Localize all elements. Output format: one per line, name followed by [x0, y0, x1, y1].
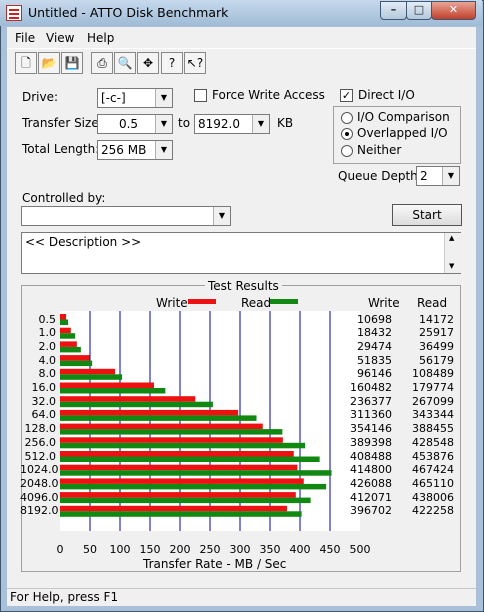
- read-bar: [60, 388, 166, 394]
- transfer-size-from-select[interactable]: 0.5 ▼: [97, 114, 173, 134]
- queue-depth-value: 2: [420, 169, 428, 183]
- status-bar: For Help, press F1: [7, 588, 476, 606]
- read-bar: [60, 415, 257, 421]
- neither-radio[interactable]: [341, 145, 353, 157]
- queue-depth-select[interactable]: 2 ▼: [416, 166, 460, 186]
- scroll-down-icon[interactable]: ▼: [449, 262, 454, 270]
- write-bar: [60, 505, 287, 512]
- menu-file[interactable]: File: [15, 31, 35, 45]
- write-bar: [60, 437, 283, 443]
- chevron-down-icon: ▼: [252, 115, 269, 133]
- write-bar: [60, 382, 155, 388]
- chart-plot-area: [60, 311, 360, 531]
- write-bar: [60, 423, 263, 430]
- read-bar: [60, 333, 76, 339]
- legend-read-swatch: [270, 299, 298, 304]
- save-icon[interactable]: 💾: [61, 52, 83, 74]
- kb-label: KB: [277, 116, 294, 130]
- read-bar: [60, 401, 213, 408]
- menu-bar: [7, 27, 476, 47]
- read-bar: [60, 456, 320, 462]
- io-comparison-label: I/O Comparison: [357, 110, 450, 124]
- context-help-icon[interactable]: ↖?: [184, 52, 206, 74]
- force-write-checkbox[interactable]: [194, 89, 207, 102]
- drive-value: [-c-]: [101, 91, 126, 105]
- write-bar: [60, 368, 116, 375]
- scroll-up-icon[interactable]: ▲: [449, 234, 454, 242]
- transfer-from-value: 0.5: [118, 117, 139, 131]
- menu-view[interactable]: View: [46, 31, 74, 45]
- open-icon[interactable]: 📂: [38, 52, 60, 74]
- read-bar: [60, 429, 283, 435]
- overlapped-io-radio[interactable]: [341, 128, 353, 140]
- write-bar: [60, 464, 298, 471]
- x-axis-label: Transfer Rate - MB / Sec: [143, 557, 287, 571]
- write-column-header: Write: [368, 296, 400, 310]
- write-bar: [60, 478, 304, 484]
- status-text: For Help, press F1: [10, 590, 119, 604]
- write-bar: [60, 409, 239, 416]
- legend-write-label: Write: [156, 296, 188, 310]
- description-textarea[interactable]: << Description >>: [21, 232, 461, 274]
- chevron-down-icon: ▼: [155, 141, 172, 159]
- write-bar: [60, 314, 67, 320]
- queue-depth-label: Queue Depth:: [338, 169, 422, 183]
- chevron-down-icon: ▼: [155, 89, 172, 107]
- menu-help[interactable]: Help: [87, 31, 114, 45]
- test-results-title: Test Results: [205, 279, 282, 293]
- maximize-button[interactable]: □: [406, 1, 432, 20]
- transfer-to-value: 8192.0: [198, 117, 240, 131]
- to-label: to: [178, 116, 191, 130]
- read-bar: [60, 497, 311, 504]
- legend-write-swatch: [188, 299, 216, 304]
- total-length-value: 256 MB: [101, 143, 147, 157]
- write-bar: [60, 355, 90, 361]
- overlapped-io-label: Overlapped I/O: [357, 126, 448, 140]
- read-bar: [60, 346, 81, 353]
- read-column-header: Read: [417, 296, 448, 310]
- write-bar: [60, 341, 77, 347]
- read-bar: [60, 360, 93, 367]
- neither-label: Neither: [357, 143, 402, 157]
- help-icon[interactable]: ?: [161, 52, 183, 74]
- total-length-select[interactable]: 256 MB ▼: [97, 140, 173, 160]
- print-icon[interactable]: ⎙: [91, 52, 113, 74]
- print-preview-icon[interactable]: 🔍: [114, 52, 136, 74]
- new-icon[interactable]: 🗋: [15, 52, 37, 74]
- write-bar: [60, 396, 196, 402]
- read-bar: [60, 511, 302, 517]
- read-bar: [60, 319, 69, 325]
- direct-io-label: Direct I/O: [358, 88, 415, 102]
- io-comparison-radio[interactable]: [341, 112, 353, 124]
- read-bar: [60, 470, 332, 476]
- direct-io-checkbox[interactable]: ✓: [340, 89, 353, 102]
- atto-app-icon: [6, 5, 22, 21]
- description-scrollbar[interactable]: ▲ ▼: [444, 233, 461, 273]
- write-bar: [60, 451, 294, 457]
- transfer-size-to-select[interactable]: 8192.0 ▼: [194, 114, 270, 134]
- chevron-down-icon: ▼: [213, 207, 230, 225]
- move-icon[interactable]: ✥: [137, 52, 159, 74]
- results-bar-chart: [60, 311, 332, 531]
- read-bar: [60, 374, 123, 380]
- write-bar: [60, 492, 296, 498]
- transfer-size-label: Transfer Size:: [22, 116, 103, 130]
- total-length-label: Total Length:: [22, 142, 100, 156]
- write-bar: [60, 327, 71, 334]
- legend-read-label: Read: [241, 296, 272, 310]
- window-title: Untitled - ATTO Disk Benchmark: [28, 5, 229, 20]
- chevron-down-icon: ▼: [442, 167, 459, 185]
- controlled-by-label: Controlled by:: [22, 191, 106, 205]
- drive-label: Drive:: [22, 90, 59, 104]
- read-bar: [60, 442, 306, 449]
- controlled-by-select[interactable]: ▼: [21, 206, 231, 226]
- minimize-button[interactable]: –: [380, 1, 407, 20]
- drive-select[interactable]: [-c-] ▼: [97, 88, 173, 108]
- start-button[interactable]: Start: [392, 204, 462, 226]
- close-button[interactable]: ✕: [431, 1, 476, 20]
- force-write-label: Force Write Access: [212, 88, 325, 102]
- chevron-down-icon: ▼: [155, 115, 172, 133]
- read-bar: [60, 483, 327, 490]
- description-text: << Description >>: [25, 235, 142, 249]
